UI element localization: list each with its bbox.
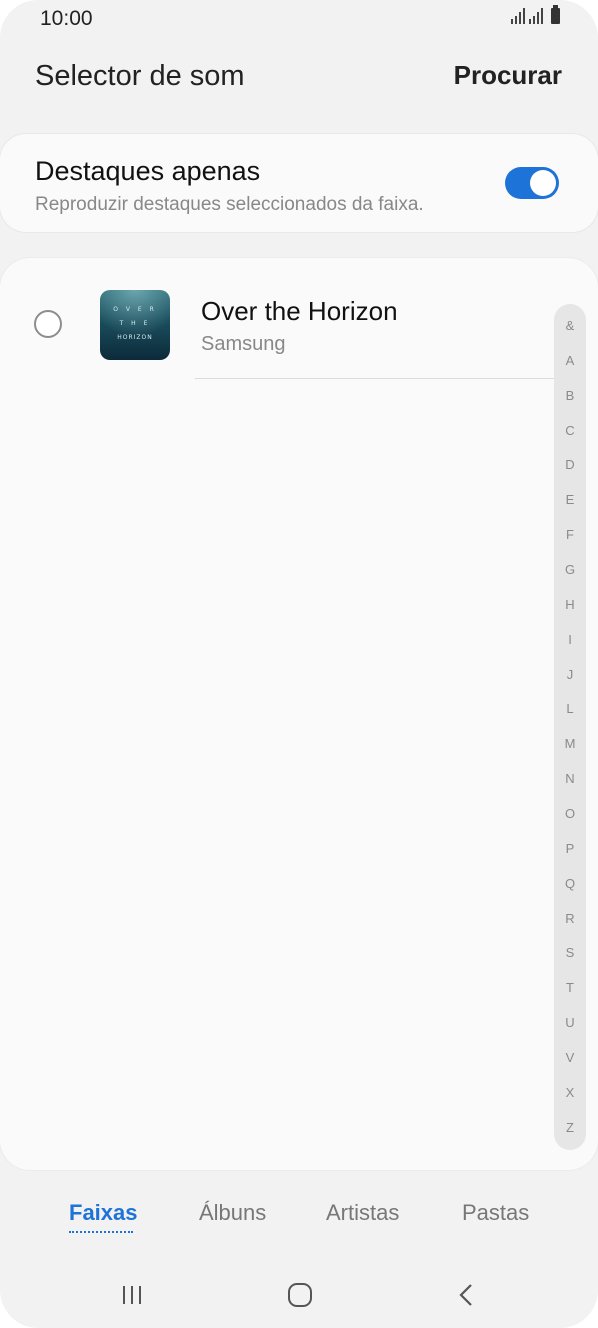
- index-letter[interactable]: H: [565, 597, 574, 613]
- cover-text-line: O V E R: [113, 306, 157, 313]
- navigation-bar: [0, 1270, 598, 1320]
- tab-label: Pastas: [462, 1200, 530, 1225]
- toggle-knob: [530, 170, 556, 196]
- phone-screen: 10:00 Selector de som Procurar Destaques…: [0, 0, 598, 1328]
- index-letter[interactable]: I: [568, 632, 572, 648]
- battery-icon: [551, 5, 560, 24]
- tab-albuns[interactable]: Álbuns: [199, 1200, 266, 1226]
- highlights-title: Destaques apenas: [35, 156, 261, 186]
- index-letter[interactable]: R: [565, 911, 574, 927]
- index-letter[interactable]: B: [566, 388, 575, 404]
- track-artist: Samsung: [201, 333, 286, 355]
- index-letter[interactable]: S: [566, 945, 575, 961]
- index-letter[interactable]: V: [566, 1050, 575, 1066]
- alphabet-index-scroller[interactable]: & A B C D E F G H I J L M N O P Q R S T U V X Z: [554, 304, 586, 1150]
- page-title: Selector de som: [35, 60, 245, 92]
- bottom-tabs: Faixas Álbuns Artistas Pastas: [0, 1200, 598, 1240]
- index-letter[interactable]: X: [566, 1085, 575, 1101]
- tab-pastas[interactable]: Pastas: [462, 1200, 529, 1226]
- index-letter[interactable]: &: [566, 318, 575, 334]
- cover-text-line: HORIZON: [117, 334, 153, 341]
- index-letter[interactable]: J: [567, 667, 574, 683]
- index-letter[interactable]: L: [566, 701, 573, 717]
- track-select-radio[interactable]: [34, 310, 62, 338]
- recent-apps-icon[interactable]: [102, 1270, 162, 1320]
- track-title: Over the Horizon: [201, 296, 398, 326]
- tab-label: Artistas: [326, 1200, 400, 1225]
- active-tab-indicator: [69, 1231, 133, 1233]
- back-icon[interactable]: [437, 1270, 497, 1320]
- track-list: O V E R T H E HORIZON Over the Horizon S…: [0, 258, 598, 1170]
- signal-icon: [529, 8, 543, 24]
- search-button[interactable]: Procurar: [454, 60, 562, 91]
- index-letter[interactable]: M: [565, 736, 576, 752]
- album-cover: O V E R T H E HORIZON: [100, 290, 170, 360]
- highlights-toggle[interactable]: [505, 167, 559, 199]
- status-icons: [511, 5, 560, 24]
- index-letter[interactable]: A: [566, 353, 575, 369]
- divider: [195, 378, 555, 379]
- index-letter[interactable]: D: [565, 457, 574, 473]
- highlights-subtitle: Reproduzir destaques seleccionados da fa…: [35, 194, 424, 215]
- index-letter[interactable]: U: [565, 1015, 574, 1031]
- index-letter[interactable]: C: [565, 423, 574, 439]
- index-letter[interactable]: E: [566, 492, 575, 508]
- tab-artistas[interactable]: Artistas: [326, 1200, 399, 1226]
- highlights-card[interactable]: Destaques apenas Reproduzir destaques se…: [0, 134, 598, 232]
- index-letter[interactable]: T: [566, 980, 574, 996]
- tab-faixas[interactable]: Faixas: [69, 1200, 138, 1233]
- index-letter[interactable]: N: [565, 771, 574, 787]
- signal-icon: [511, 8, 525, 24]
- index-letter[interactable]: F: [566, 527, 574, 543]
- home-icon[interactable]: [270, 1270, 330, 1320]
- index-letter[interactable]: P: [566, 841, 575, 857]
- status-time: 10:00: [40, 7, 93, 30]
- status-bar: 10:00: [0, 0, 598, 40]
- cover-text-line: T H E: [119, 320, 151, 327]
- index-letter[interactable]: Q: [565, 876, 575, 892]
- tab-label: Faixas: [69, 1200, 138, 1225]
- index-letter[interactable]: G: [565, 562, 575, 578]
- index-letter[interactable]: O: [565, 806, 575, 822]
- index-letter[interactable]: Z: [566, 1120, 574, 1136]
- tab-label: Álbuns: [199, 1200, 267, 1225]
